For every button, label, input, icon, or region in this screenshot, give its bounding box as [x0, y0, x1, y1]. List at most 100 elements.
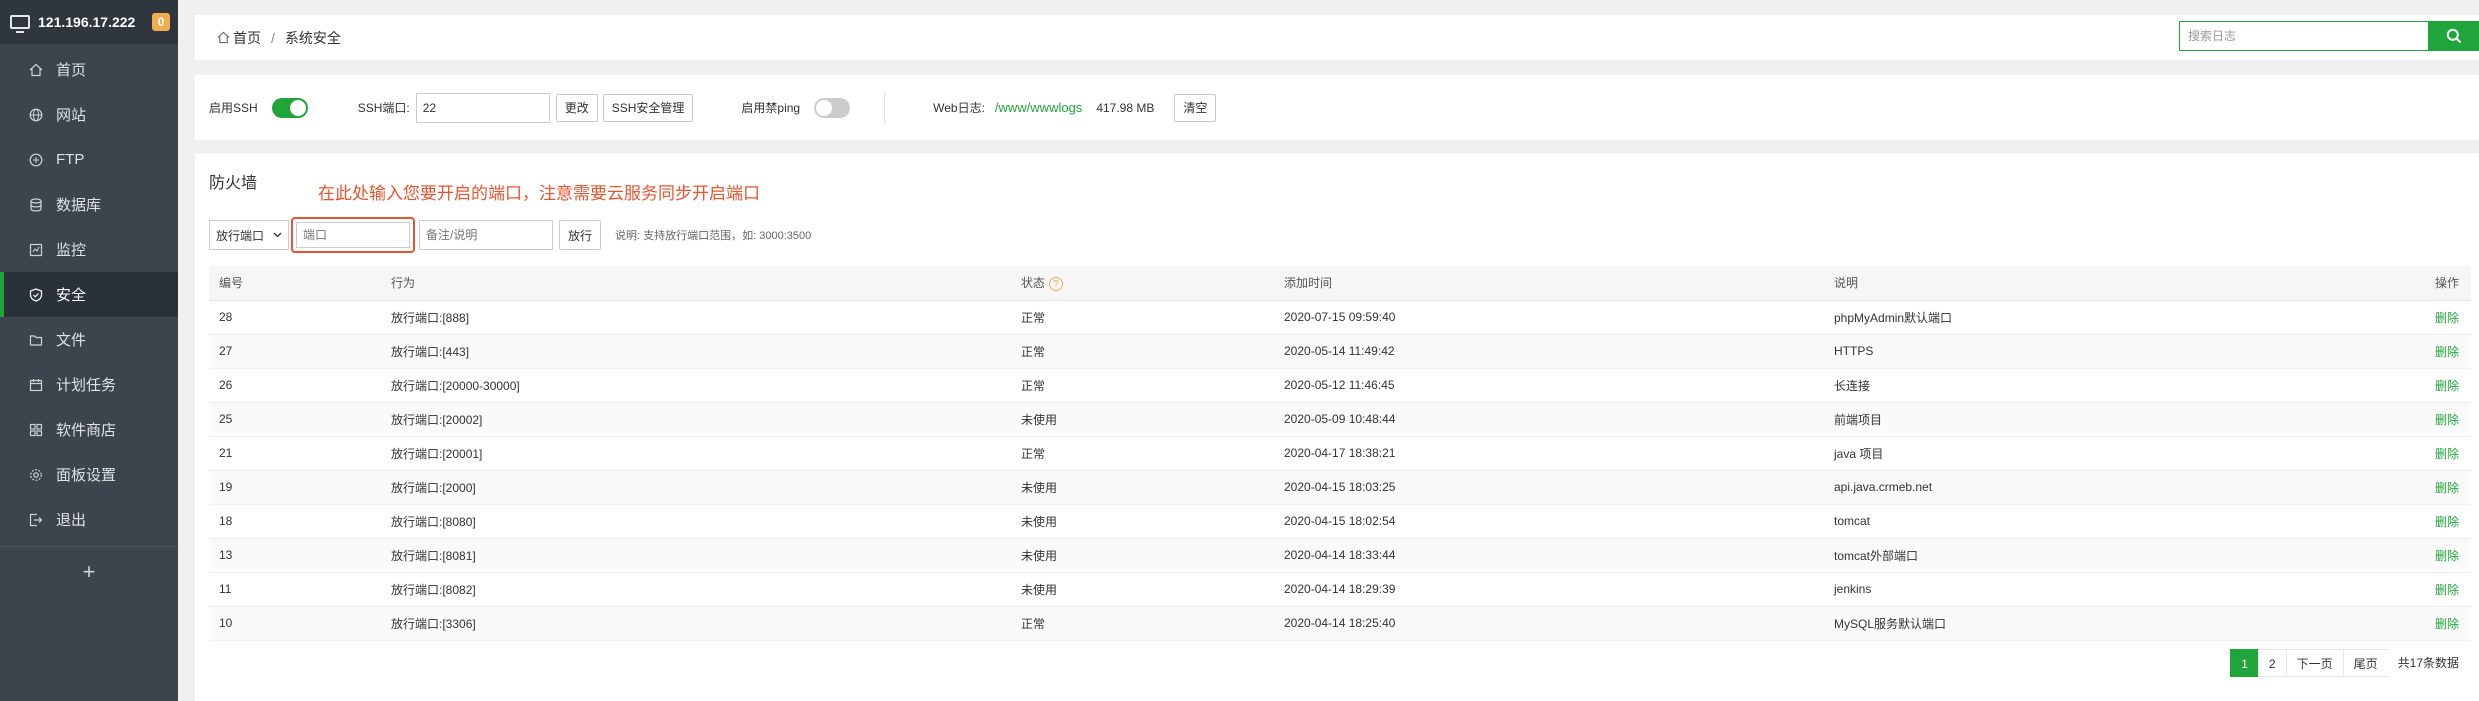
col-operation: 操作 — [2404, 266, 2471, 301]
sidebar-item-label: 文件 — [56, 332, 87, 349]
sidebar-item-settings[interactable]: 面板设置 — [0, 452, 178, 497]
delete-link[interactable]: 删除 — [2404, 606, 2471, 641]
help-icon[interactable]: ? — [1049, 277, 1064, 292]
delete-link[interactable]: 删除 — [2404, 538, 2471, 573]
ping-toggle[interactable] — [814, 97, 851, 118]
table-row: 26 放行端口:[20000-30000] 正常 2020-05-12 11:46:4… — [209, 368, 2471, 403]
table-row: 18 放行端口:[8080] 未使用 2020-04-15 18:02:54 tomca… — [209, 504, 2471, 539]
cell-time: 2020-04-14 18:33:44 — [1274, 538, 1824, 573]
sidebar-item-label: 软件商店 — [56, 422, 117, 439]
cell-remark: phpMyAdmin默认端口 — [1824, 300, 2404, 335]
total-count: 共17条数据 — [2387, 649, 2469, 677]
ftp-icon — [28, 152, 44, 168]
delete-link[interactable]: 删除 — [2404, 334, 2471, 369]
server-ip: 121.196.17.222 — [38, 14, 136, 30]
allow-button[interactable]: 放行 — [559, 220, 602, 250]
sidebar-item-website[interactable]: 网站 — [0, 92, 178, 137]
cell-id: 10 — [209, 606, 381, 641]
ssh-security-button[interactable]: SSH安全管理 — [602, 93, 694, 122]
search-button[interactable] — [2429, 21, 2479, 51]
remark-input[interactable] — [419, 220, 553, 250]
cell-action: 放行端口:[20002] — [381, 402, 1011, 437]
cell-action: 放行端口:[8082] — [381, 572, 1011, 607]
sidebar-item-cron[interactable]: 计划任务 — [0, 362, 178, 407]
delete-link[interactable]: 删除 — [2404, 572, 2471, 607]
cell-time: 2020-05-09 10:48:44 — [1274, 402, 1824, 437]
page-2[interactable]: 2 — [2257, 649, 2287, 677]
sidebar-item-label: 计划任务 — [56, 377, 117, 394]
rule-type-value: 放行端口 — [216, 228, 265, 243]
ssh-enable-label: 启用SSH — [209, 101, 258, 115]
sidebar-item-ftp[interactable]: FTP — [0, 137, 178, 182]
logout-icon — [28, 512, 44, 528]
cell-status: 正常 — [1011, 368, 1274, 403]
port-input[interactable] — [296, 222, 410, 248]
chevron-down-icon — [273, 232, 282, 238]
firewall-table: 编号 行为 状态? 添加时间 说明 操作 28 放行端口:[888] 正常 2020-… — [209, 266, 2471, 641]
cell-remark: java 项目 — [1824, 436, 2404, 471]
weblog-label: Web日志: — [933, 101, 985, 115]
breadcrumb-home[interactable]: 首页 — [233, 28, 261, 48]
sidebar-menu: 首页 网站 FTP 数据库 监控 安全 文件 计划任务 软件商店 面板设置 退出 — [0, 44, 178, 542]
table-header: 编号 行为 状态? 添加时间 说明 操作 — [209, 266, 2471, 301]
clear-log-button[interactable]: 清空 — [1174, 93, 1217, 122]
table-row: 21 放行端口:[20001] 正常 2020-04-17 18:38:21 java … — [209, 436, 2471, 471]
cell-id: 21 — [209, 436, 381, 471]
cell-status: 正常 — [1011, 334, 1274, 369]
rule-type-select[interactable]: 放行端口 — [209, 220, 289, 250]
ssh-toggle[interactable] — [271, 97, 308, 118]
change-port-button[interactable]: 更改 — [555, 93, 598, 122]
sidebar-item-label: 安全 — [56, 287, 87, 304]
ssh-settings: 启用SSH SSH端口: 更改 SSH安全管理 启用禁ping Web日志: /… — [195, 75, 2479, 140]
col-remark: 说明 — [1824, 266, 2404, 301]
delete-link[interactable]: 删除 — [2404, 300, 2471, 335]
weblog-path[interactable]: /www/wwwlogs — [995, 100, 1082, 115]
cell-status: 正常 — [1011, 606, 1274, 641]
table-row: 13 放行端口:[8081] 未使用 2020-04-14 18:33:44 tomca… — [209, 538, 2471, 573]
col-id: 编号 — [209, 266, 381, 301]
sidebar-item-label: 退出 — [56, 512, 87, 529]
add-button[interactable]: + — [0, 546, 178, 596]
table-row: 11 放行端口:[8082] 未使用 2020-04-14 18:29:39 jenki… — [209, 572, 2471, 607]
cell-action: 放行端口:[443] — [381, 334, 1011, 369]
search-input[interactable] — [2179, 21, 2429, 51]
delete-link[interactable]: 删除 — [2404, 402, 2471, 437]
cell-action: 放行端口:[20000-30000] — [381, 368, 1011, 403]
table-row: 27 放行端口:[443] 正常 2020-05-14 11:49:42 HTTPS 删除 — [209, 334, 2471, 369]
firewall-panel: 防火墙 在此处输入您要开启的端口，注意需要云服务同步开启端口 放行端口 放行 说… — [195, 153, 2479, 701]
cell-action: 放行端口:[2000] — [381, 470, 1011, 505]
cell-status: 未使用 — [1011, 402, 1274, 437]
page-1[interactable]: 1 — [2230, 649, 2259, 677]
delete-link[interactable]: 删除 — [2404, 436, 2471, 471]
sidebar-item-files[interactable]: 文件 — [0, 317, 178, 362]
cell-time: 2020-04-17 18:38:21 — [1274, 436, 1824, 471]
cell-remark: 长连接 — [1824, 368, 2404, 403]
sidebar-item-store[interactable]: 软件商店 — [0, 407, 178, 452]
cell-id: 18 — [209, 504, 381, 539]
cell-status: 未使用 — [1011, 572, 1274, 607]
sidebar-item-label: 网站 — [56, 107, 87, 124]
port-input-highlight — [291, 217, 415, 253]
ssh-port-label: SSH端口: — [357, 101, 410, 115]
sidebar-item-home[interactable]: 首页 — [0, 47, 178, 92]
cell-id: 26 — [209, 368, 381, 403]
range-hint: 说明: 支持放行端口范围，如: 3000:3500 — [615, 230, 812, 242]
table-row: 10 放行端口:[3306] 正常 2020-04-14 18:25:40 MySQL服… — [209, 606, 2471, 641]
cell-remark: tomcat外部端口 — [1824, 538, 2404, 573]
breadcrumb-separator: / — [271, 29, 275, 46]
cell-time: 2020-04-14 18:29:39 — [1274, 572, 1824, 607]
notification-badge[interactable]: 0 — [152, 13, 170, 31]
ssh-port-input[interactable] — [415, 92, 550, 123]
next-page-button[interactable]: 下一页 — [2285, 649, 2344, 677]
sidebar-item-logout[interactable]: 退出 — [0, 497, 178, 542]
sidebar-item-database[interactable]: 数据库 — [0, 182, 178, 227]
col-action: 行为 — [381, 266, 1011, 301]
delete-link[interactable]: 删除 — [2404, 368, 2471, 403]
last-page-button[interactable]: 尾页 — [2342, 649, 2389, 677]
sidebar-item-monitor[interactable]: 监控 — [0, 227, 178, 272]
cell-time: 2020-04-15 18:02:54 — [1274, 504, 1824, 539]
delete-link[interactable]: 删除 — [2404, 504, 2471, 539]
sidebar-item-security[interactable]: 安全 — [0, 272, 178, 317]
delete-link[interactable]: 删除 — [2404, 470, 2471, 505]
cell-time: 2020-05-14 11:49:42 — [1274, 334, 1824, 369]
